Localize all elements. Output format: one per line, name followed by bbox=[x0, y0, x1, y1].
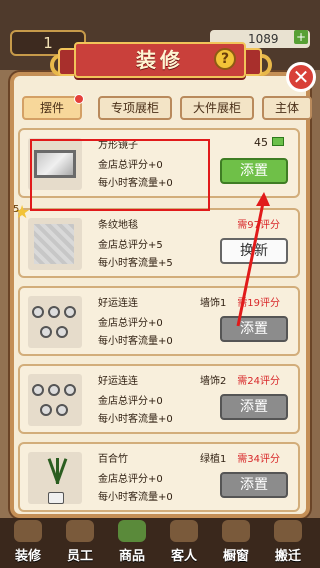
item-name: 好运连连 bbox=[98, 376, 138, 387]
notification-dot bbox=[74, 94, 84, 104]
item-score-stat: 金店总评分+0 bbox=[98, 474, 163, 485]
tab-label: 大件展柜 bbox=[192, 101, 241, 115]
barrel-icon bbox=[14, 520, 42, 542]
title-banner: 装修 ? bbox=[58, 42, 262, 80]
item-traffic-stat: 每小时客流量+0 bbox=[98, 492, 173, 503]
cash-icon bbox=[272, 137, 284, 146]
star-level-value: 5 bbox=[13, 204, 20, 215]
tab-label: 主体 bbox=[274, 101, 299, 115]
item-name: 好运连连 bbox=[98, 298, 138, 309]
tab-ornaments[interactable]: 摆件 bbox=[22, 94, 84, 120]
tutorial-arrow-icon bbox=[236, 192, 270, 327]
category-tabs: 摆件 专项展柜 大件展柜 主体 bbox=[22, 94, 312, 122]
plant-pot bbox=[48, 492, 64, 504]
level-value: 1 bbox=[43, 34, 53, 52]
item-traffic-stat: 每小时客流量+0 bbox=[98, 414, 173, 425]
item-category: 墙饰1 bbox=[200, 298, 227, 309]
ornament-coin bbox=[32, 384, 44, 396]
nav-label: 客人 bbox=[170, 549, 197, 564]
ornament-coin bbox=[48, 306, 60, 318]
rug-icon bbox=[34, 224, 74, 264]
list-item: 百合竹 绿植1 金店总评分+0 每小时客流量+0 需34评分 添置 bbox=[18, 442, 300, 512]
ornament-coin bbox=[56, 326, 68, 338]
item-traffic-stat: 每小时客流量+5 bbox=[98, 258, 173, 269]
item-score-stat: 金店总评分+0 bbox=[98, 318, 163, 329]
nav-label: 搬迁 bbox=[274, 549, 301, 564]
bottom-nav: 装修 员工 商品 客人 橱窗 搬迁 bbox=[0, 518, 320, 568]
item-score-stat: 金店总评分+5 bbox=[98, 240, 163, 251]
item-thumbnail bbox=[28, 452, 82, 504]
item-category: 绿植1 bbox=[200, 454, 227, 465]
relocate-icon bbox=[274, 520, 302, 542]
tab-label: 摆件 bbox=[39, 101, 64, 115]
tab-label: 专项展柜 bbox=[110, 101, 159, 115]
add-item-button[interactable]: 添置 bbox=[220, 472, 288, 498]
goods-icon bbox=[118, 520, 146, 542]
nav-customers[interactable]: 客人 bbox=[160, 520, 208, 564]
close-button[interactable]: ✕ bbox=[286, 62, 316, 92]
item-thumbnail bbox=[28, 374, 82, 426]
tab-special-cabinet[interactable]: 专项展柜 bbox=[98, 96, 172, 120]
tab-large-cabinet[interactable]: 大件展柜 bbox=[180, 96, 254, 120]
add-coins-button[interactable]: + bbox=[294, 30, 308, 44]
nav-label: 橱窗 bbox=[222, 549, 249, 564]
ornament-coin bbox=[32, 306, 44, 318]
ornament-coin bbox=[40, 326, 52, 338]
item-traffic-stat: 每小时客流量+0 bbox=[98, 336, 173, 347]
item-thumbnail bbox=[28, 218, 82, 270]
tutorial-highlight-box bbox=[30, 139, 210, 211]
nav-label: 商品 bbox=[118, 549, 145, 564]
list-item: 好运连连 墙饰2 金店总评分+0 每小时客流量+0 需24评分 添置 bbox=[18, 364, 300, 434]
item-requirement: 需34评分 bbox=[237, 454, 280, 465]
item-name: 条纹地毯 bbox=[98, 220, 138, 231]
ornament-coin bbox=[56, 404, 68, 416]
nav-staff[interactable]: 员工 bbox=[56, 520, 104, 564]
ornament-icon bbox=[32, 302, 80, 346]
ornament-coin bbox=[40, 404, 52, 416]
customer-icon bbox=[170, 520, 198, 542]
ornament-coin bbox=[64, 306, 76, 318]
item-name: 百合竹 bbox=[98, 454, 128, 465]
item-score-stat: 金店总评分+0 bbox=[98, 396, 163, 407]
ornament-coin bbox=[48, 384, 60, 396]
ornament-icon bbox=[32, 380, 80, 424]
nav-goods[interactable]: 商品 bbox=[108, 520, 156, 564]
tab-main[interactable]: 主体 bbox=[262, 96, 312, 120]
item-category: 墙饰2 bbox=[200, 376, 227, 387]
add-item-button[interactable]: 添置 bbox=[220, 158, 288, 184]
add-item-button[interactable]: 添置 bbox=[220, 394, 288, 420]
window-icon bbox=[222, 520, 250, 542]
help-icon[interactable]: ? bbox=[214, 48, 236, 70]
item-requirement: 需24评分 bbox=[237, 376, 280, 387]
nav-label: 装修 bbox=[14, 549, 41, 564]
nav-decor[interactable]: 装修 bbox=[4, 520, 52, 564]
staff-icon bbox=[66, 520, 94, 542]
item-thumbnail bbox=[28, 296, 82, 348]
nav-window[interactable]: 橱窗 bbox=[212, 520, 260, 564]
nav-relocate[interactable]: 搬迁 bbox=[264, 520, 312, 564]
ornament-coin bbox=[64, 384, 76, 396]
nav-label: 员工 bbox=[66, 549, 93, 564]
item-price: 45 bbox=[254, 136, 268, 149]
